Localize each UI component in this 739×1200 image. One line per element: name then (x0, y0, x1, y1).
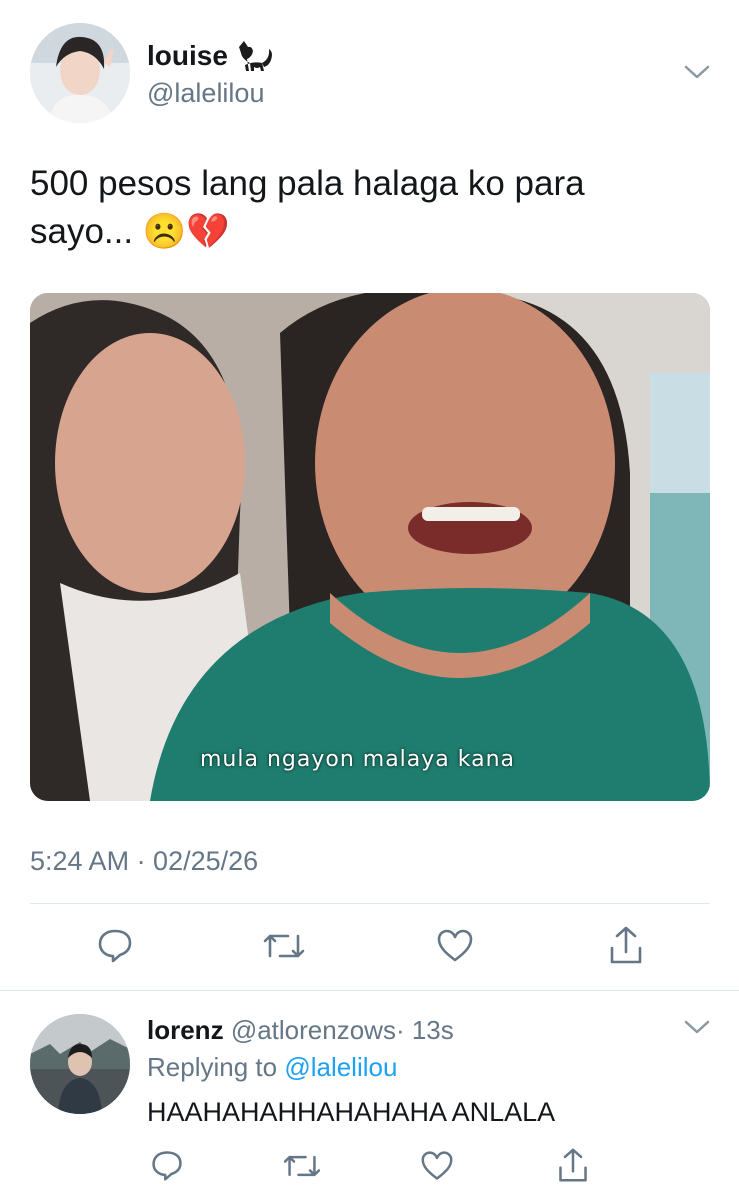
reply-icon[interactable] (96, 926, 134, 964)
author-handle[interactable]: @lalelilou (147, 78, 264, 109)
media-image (30, 293, 710, 801)
chevron-down-icon[interactable] (683, 62, 711, 82)
replying-to-label: Replying to (147, 1052, 278, 1082)
reply-header[interactable]: lorenz @atlorenzows· 13s (147, 1015, 454, 1046)
divider (30, 903, 710, 904)
reply-retweet-icon[interactable] (282, 1150, 322, 1182)
section-divider (0, 990, 739, 991)
reply-display-name: lorenz (147, 1015, 224, 1045)
tweet-text-line-2: sayo... ☹️💔 (30, 212, 230, 251)
reply-reply-icon[interactable] (150, 1148, 184, 1182)
retweet-icon[interactable] (262, 928, 306, 964)
author-avatar[interactable] (30, 23, 130, 123)
author-name-row[interactable]: louise (147, 40, 274, 75)
like-icon[interactable] (436, 928, 474, 964)
media-caption: mula ngayon malaya kana (200, 747, 516, 772)
share-icon[interactable] (607, 924, 645, 966)
tweet-media[interactable]: mula ngayon malaya kana (30, 293, 710, 801)
reply-like-icon[interactable] (420, 1150, 454, 1182)
reply-text: HAAHAHAHHAHAHAHA ANLALA (147, 1097, 556, 1127)
author-avatar-image (30, 23, 130, 123)
reply-avatar-image (30, 1014, 130, 1114)
replying-to-line: Replying to @lalelilou (147, 1052, 397, 1083)
reply-time: · 13s (395, 1015, 454, 1045)
reply-chevron-down-icon[interactable] (683, 1017, 711, 1037)
reply-avatar[interactable] (30, 1014, 130, 1114)
replying-to-link[interactable]: @lalelilou (284, 1052, 397, 1082)
reply-handle: @atlorenzows (230, 1015, 396, 1045)
tweet-timestamp[interactable]: 5:24 AM · 02/25/26 (30, 846, 258, 877)
reply-share-icon[interactable] (556, 1146, 590, 1184)
tweet-text: 500 pesos lang pala halaga ko para sayo.… (30, 160, 585, 256)
tweet-text-line-1: 500 pesos lang pala halaga ko para (30, 164, 585, 203)
author-display-name: louise (147, 40, 228, 71)
black-cat-icon (236, 40, 274, 75)
